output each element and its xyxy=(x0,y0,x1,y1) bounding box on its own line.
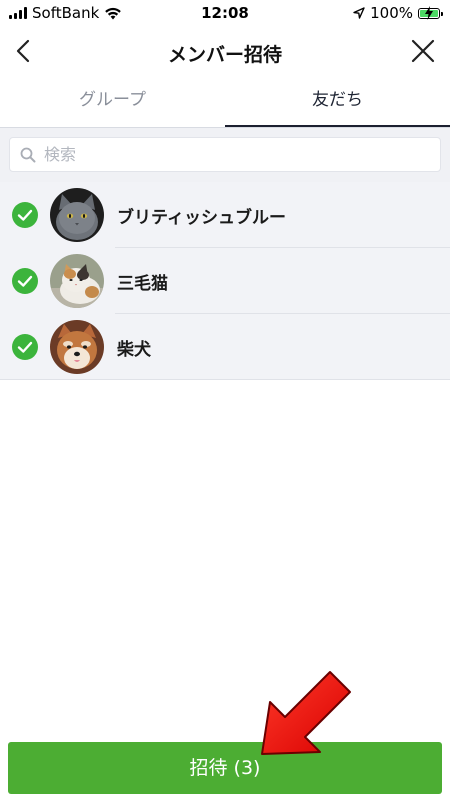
list-item[interactable]: 柴犬 xyxy=(0,314,450,380)
friend-name: 三毛猫 xyxy=(117,274,168,294)
divider xyxy=(0,379,450,380)
friend-name: ブリティッシュブルー xyxy=(117,208,286,228)
search-box[interactable] xyxy=(9,137,441,172)
avatar xyxy=(50,254,104,308)
tab-groups[interactable]: グループ xyxy=(0,78,225,128)
close-icon[interactable] xyxy=(410,38,436,64)
avatar xyxy=(50,188,104,242)
tab-friends[interactable]: 友だち xyxy=(225,78,450,128)
battery-icon xyxy=(418,5,443,20)
search-input[interactable] xyxy=(44,138,424,171)
checkmark-icon[interactable] xyxy=(12,268,38,294)
checkmark-icon[interactable] xyxy=(12,202,38,228)
friend-name: 柴犬 xyxy=(117,340,151,360)
page-title: メンバー招待 xyxy=(167,44,282,66)
friend-list: ブリティッシュブルー 三毛猫 柴犬 xyxy=(0,182,450,380)
tab-bar: グループ 友だち xyxy=(0,78,450,128)
status-bar: SoftBank 12:08 100% xyxy=(0,0,450,26)
list-item[interactable]: ブリティッシュブルー xyxy=(0,182,450,248)
location-arrow-icon xyxy=(353,7,365,19)
search-icon xyxy=(20,147,36,163)
avatar xyxy=(50,320,104,374)
gray-cat-avatar-icon xyxy=(50,188,104,242)
search-area xyxy=(0,128,450,182)
screen: SoftBank 12:08 100% メンバー招待 グループ 友だち 検索 ブ… xyxy=(0,0,450,800)
checkmark-icon[interactable] xyxy=(12,334,38,360)
shiba-dog-avatar-icon xyxy=(50,320,104,374)
status-right: 100% xyxy=(353,4,443,22)
battery-percent: 100% xyxy=(370,4,413,22)
calico-cat-avatar-icon xyxy=(50,254,104,308)
list-item[interactable]: 三毛猫 xyxy=(0,248,450,314)
header: メンバー招待 xyxy=(0,26,450,78)
invite-button[interactable]: 招待 (3) xyxy=(8,742,442,794)
